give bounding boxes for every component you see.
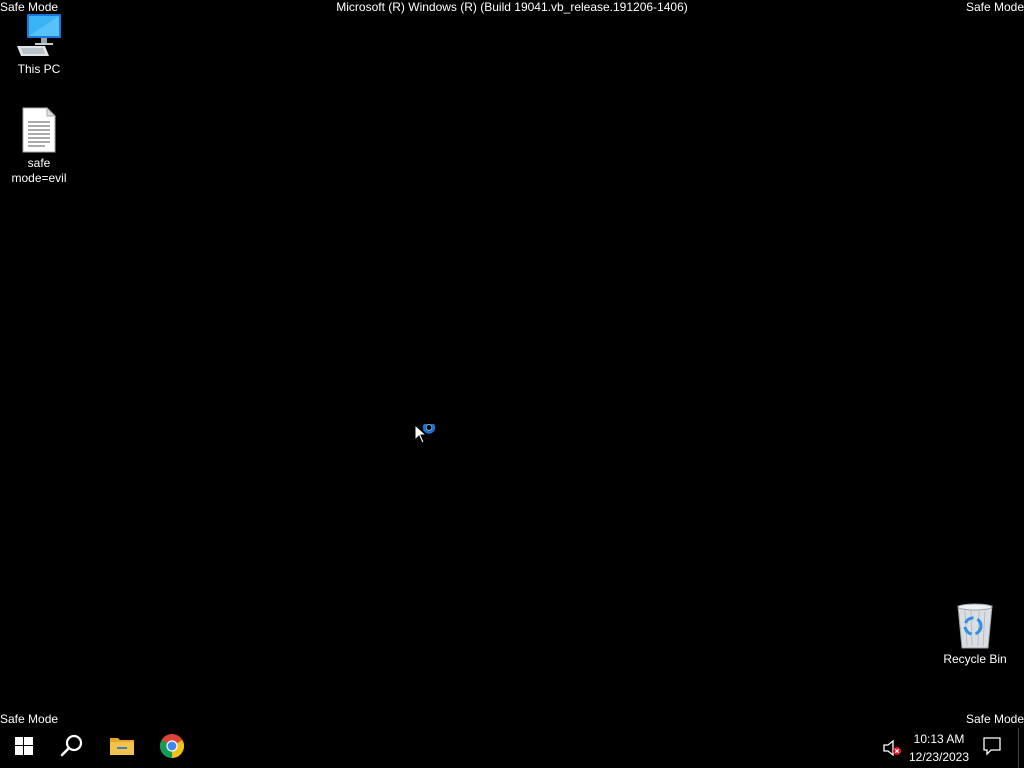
busy-cursor-icon — [414, 421, 440, 446]
desktop-icon-label: This PC — [17, 62, 61, 76]
desktop-icon-label: safe mode=evil — [11, 156, 67, 185]
desktop-icon-this-pc[interactable]: This PC — [1, 12, 77, 77]
show-desktop-button[interactable] — [1018, 728, 1024, 768]
windows-logo-icon — [15, 736, 33, 760]
volume-button[interactable] — [880, 736, 904, 760]
safe-mode-label-bottom-left: Safe Mode — [0, 712, 59, 726]
search-button[interactable] — [48, 728, 96, 768]
desktop[interactable]: Safe Mode Safe Mode Safe Mode Safe Mode … — [0, 0, 1024, 728]
desktop-icon-text-file[interactable]: safe mode=evil — [1, 106, 77, 186]
chrome-icon — [159, 733, 185, 764]
clock-date: 12/23/2023 — [908, 750, 970, 764]
desktop-icon-recycle-bin[interactable]: Recycle Bin — [937, 602, 1013, 667]
windows-build-label: Microsoft (R) Windows (R) (Build 19041.v… — [336, 0, 688, 14]
desktop-icon-label: Recycle Bin — [943, 652, 1007, 666]
search-icon — [60, 734, 84, 763]
file-explorer-button[interactable] — [98, 728, 146, 768]
computer-icon — [15, 12, 63, 60]
chrome-button[interactable] — [148, 728, 196, 768]
clock[interactable]: 10:13 AM 12/23/2023 — [904, 730, 974, 766]
action-center-button[interactable] — [978, 734, 1006, 762]
speaker-muted-icon — [880, 739, 904, 764]
action-center-icon — [982, 736, 1002, 761]
taskbar: 10:13 AM 12/23/2023 — [0, 728, 1024, 768]
start-button[interactable] — [0, 728, 48, 768]
recycle-bin-icon — [951, 602, 999, 650]
text-file-icon — [15, 106, 63, 154]
safe-mode-label-bottom-right: Safe Mode — [965, 712, 1024, 726]
folder-icon — [109, 735, 135, 762]
clock-time: 10:13 AM — [913, 732, 965, 746]
